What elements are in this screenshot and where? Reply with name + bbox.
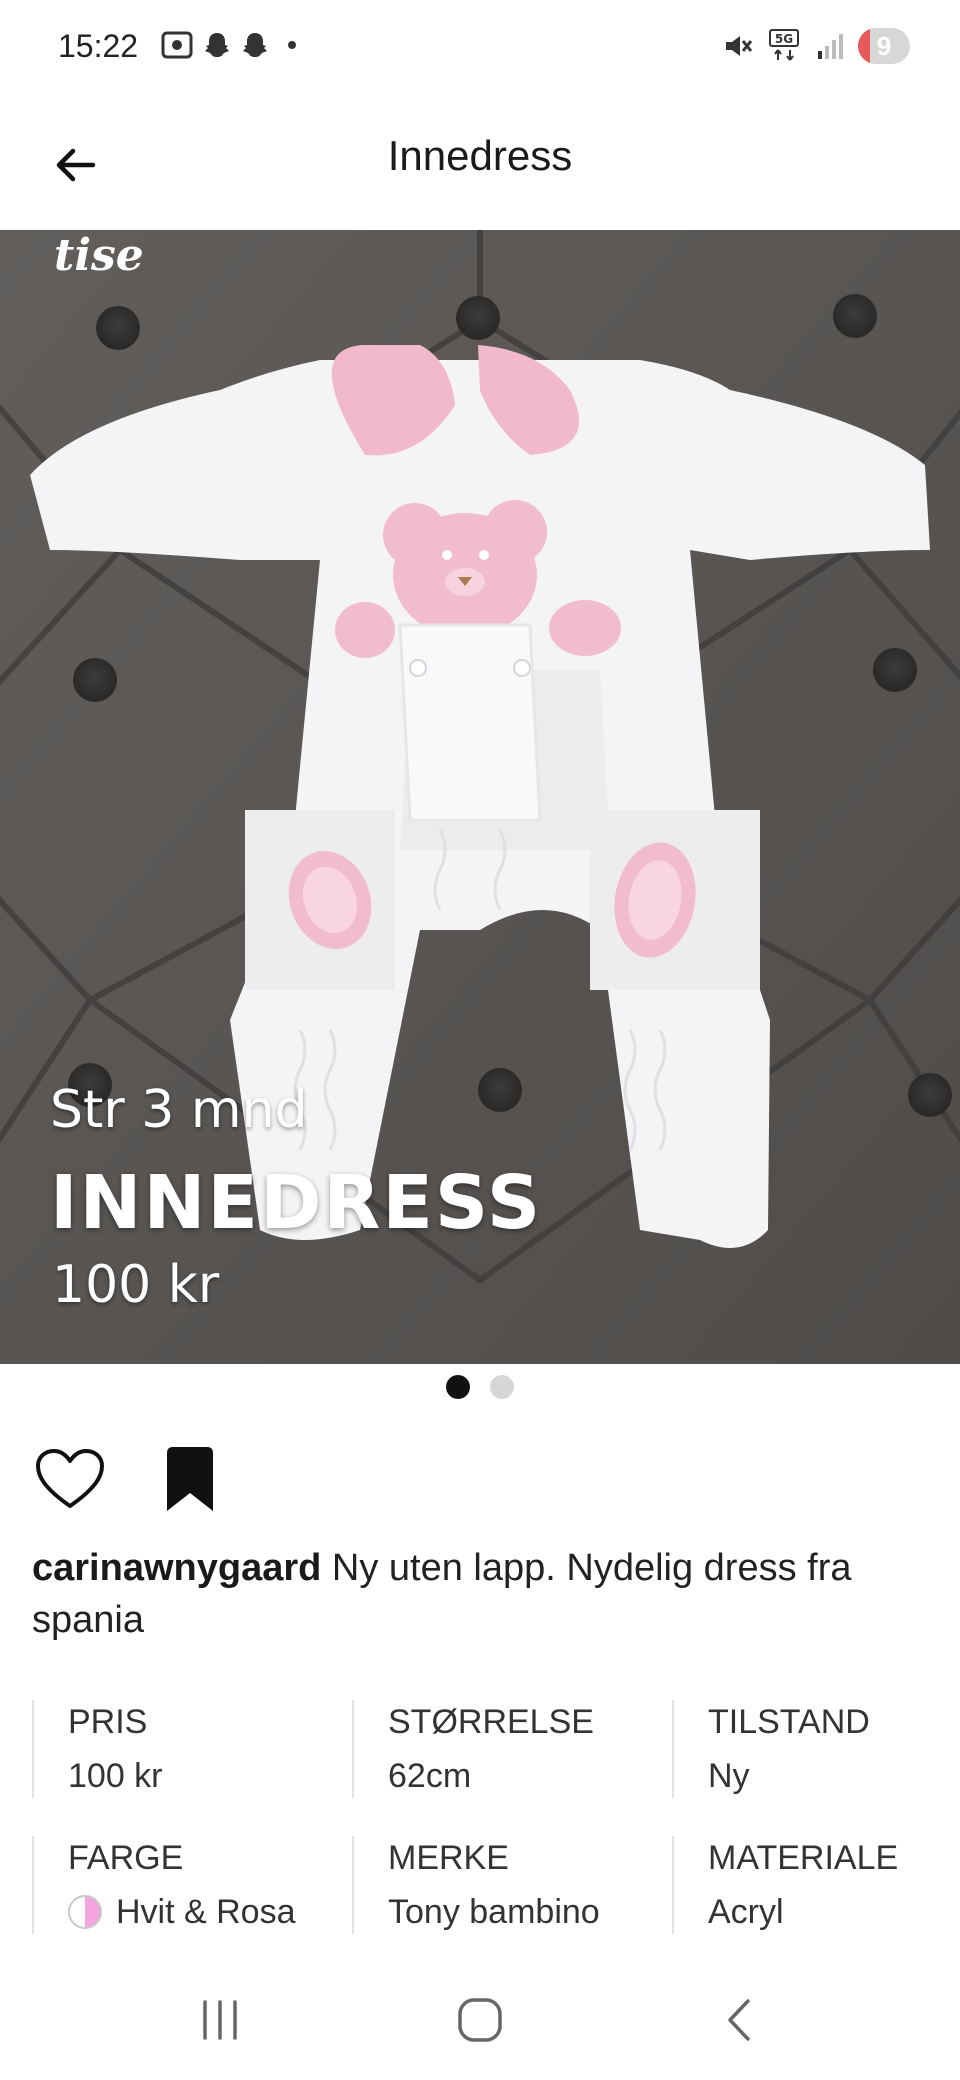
system-nav-bar xyxy=(0,1985,960,2055)
notification-dot xyxy=(288,41,296,49)
battery-level: 9 xyxy=(876,30,892,61)
back-icon xyxy=(728,1999,750,2041)
overlay-title-text: INNEDRESS xyxy=(50,1160,543,1246)
system-back-button[interactable] xyxy=(700,1990,780,2050)
save-button[interactable] xyxy=(150,1440,230,1520)
bookmark-icon xyxy=(167,1447,213,1511)
attribute-value: Tony bambino xyxy=(388,1893,600,1931)
snapchat-icon xyxy=(243,33,267,57)
signal-icon xyxy=(818,34,843,59)
listing-description: carinawnygaard Ny uten lapp. Nydelig dre… xyxy=(32,1542,912,1646)
action-row xyxy=(30,1440,230,1520)
image-pager xyxy=(0,1375,960,1399)
attribute-label: MATERIALE xyxy=(708,1839,899,1877)
attribute-value: Hvit & Rosa xyxy=(116,1893,296,1931)
attribute-value: 62cm xyxy=(388,1757,472,1795)
tise-watermark: tise xyxy=(54,230,144,281)
attribute-price: PRIS 100 kr xyxy=(32,1700,352,1798)
overlay-price-text: 100 kr xyxy=(52,1255,220,1315)
attribute-label: STØRRELSE xyxy=(388,1703,594,1741)
attribute-label: FARGE xyxy=(68,1839,184,1877)
status-time: 15:22 xyxy=(58,28,139,64)
status-icons-left xyxy=(160,30,296,60)
mute-icon xyxy=(726,36,753,56)
status-icons-right: 5G 9 xyxy=(722,28,910,64)
snapchat-icon xyxy=(205,33,229,57)
page-title: Innedress xyxy=(387,132,573,179)
overlay-size-text: Str 3 mnd xyxy=(50,1080,308,1140)
home-button[interactable] xyxy=(440,1990,520,2050)
recent-apps-button[interactable] xyxy=(180,1990,260,2050)
attribute-label: MERKE xyxy=(388,1839,509,1877)
product-image-carousel[interactable]: tise Str 3 mnd INNEDRESS 100 kr xyxy=(0,230,960,1364)
screenshot-icon xyxy=(161,31,193,59)
attribute-brand: MERKE Tony bambino xyxy=(352,1836,672,1934)
like-button[interactable] xyxy=(30,1440,110,1520)
recent-apps-icon xyxy=(203,2000,237,2040)
seller-username[interactable]: carinawnygaard xyxy=(32,1547,321,1589)
pager-dot-1[interactable] xyxy=(446,1375,470,1399)
home-icon xyxy=(458,1998,502,2042)
attribute-material: MATERIALE Acryl xyxy=(672,1836,932,1934)
color-swatch-icon xyxy=(68,1895,102,1929)
heart-icon xyxy=(36,1449,104,1508)
attribute-value: Acryl xyxy=(708,1893,784,1931)
status-bar: 15:22 5G 9 xyxy=(0,0,960,100)
app-header: Innedress xyxy=(0,100,960,230)
attribute-label: TILSTAND xyxy=(708,1703,870,1741)
attribute-value: Ny xyxy=(708,1757,750,1795)
attribute-color: FARGE Hvit & Rosa xyxy=(32,1836,352,1934)
network-5g-icon: 5G xyxy=(769,29,799,61)
network-5g-label: 5G xyxy=(775,32,793,46)
attribute-condition: TILSTAND Ny xyxy=(672,1700,932,1798)
pager-dot-2[interactable] xyxy=(490,1375,514,1399)
attribute-size: STØRRELSE 62cm xyxy=(352,1700,672,1798)
attribute-label: PRIS xyxy=(68,1703,148,1741)
attribute-value: 100 kr xyxy=(68,1757,163,1795)
attribute-grid: PRIS 100 kr STØRRELSE 62cm TILSTAND Ny F… xyxy=(32,1700,932,1934)
attribute-value-row: Hvit & Rosa xyxy=(68,1890,352,1934)
battery-icon: 9 xyxy=(858,28,910,64)
